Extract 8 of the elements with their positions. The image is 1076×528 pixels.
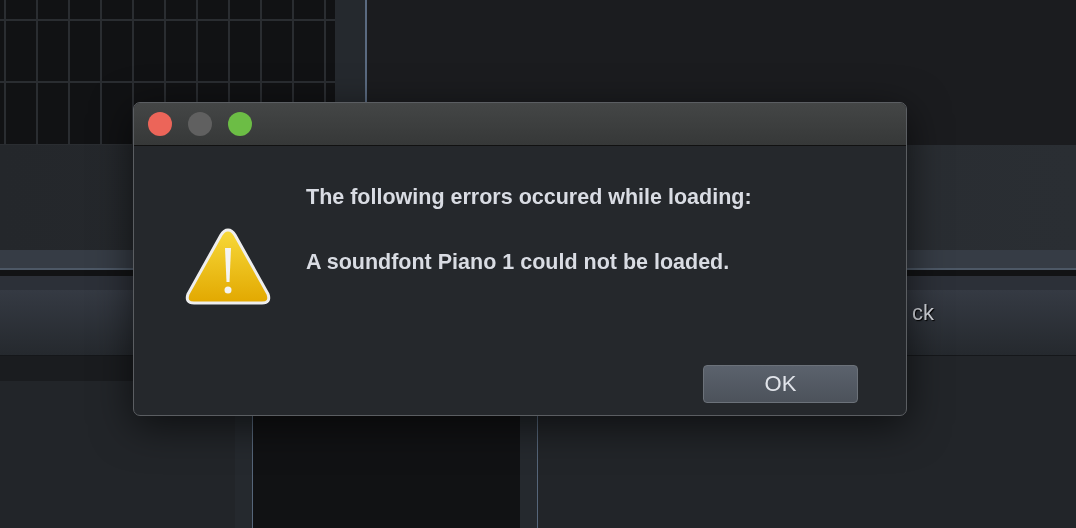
error-message: The following errors occured while loading: bbox=[306, 184, 752, 210]
ok-button[interactable]: OK bbox=[703, 365, 858, 403]
close-button[interactable] bbox=[148, 112, 172, 136]
warning-icon bbox=[184, 226, 272, 308]
error-detail: A soundfont Piano 1 could not be loaded. bbox=[306, 249, 731, 275]
minimize-button[interactable] bbox=[188, 112, 212, 136]
panel-title: ck bbox=[912, 299, 934, 326]
zoom-button[interactable] bbox=[228, 112, 252, 136]
